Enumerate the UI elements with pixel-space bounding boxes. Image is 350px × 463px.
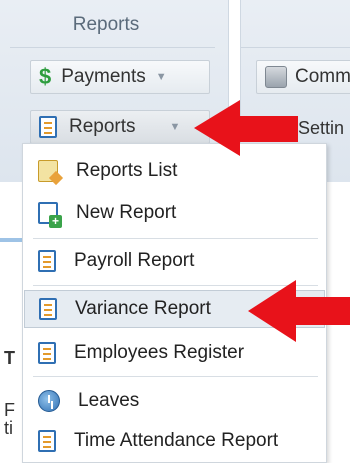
leaves-icon	[38, 390, 60, 412]
comm-label: Comm	[295, 66, 350, 87]
menu-item-label: Employees Register	[74, 342, 245, 363]
comm-button[interactable]: Comm	[256, 60, 350, 94]
reports-button[interactable]: Reports ▼	[30, 110, 210, 144]
menu-divider	[33, 238, 318, 239]
payments-label: Payments	[61, 66, 146, 87]
menu-item-label: Reports List	[76, 160, 178, 181]
report-doc-icon	[39, 298, 57, 320]
chevron-down-icon: ▼	[169, 121, 181, 133]
menu-item-label: Leaves	[78, 390, 140, 411]
menu-item-label: Variance Report	[75, 298, 211, 319]
menu-item-label: Time Attendance Report	[74, 430, 279, 451]
background-tab-line	[0, 238, 24, 242]
menu-item-label: New Report	[76, 202, 177, 223]
settings-button[interactable]: Settin	[298, 118, 344, 139]
menu-divider	[33, 376, 318, 377]
dollar-icon: $	[39, 64, 52, 89]
payments-button[interactable]: $ Payments ▼	[30, 60, 210, 94]
ribbon-group-title: Reports	[72, 14, 140, 35]
background-text: T	[4, 348, 15, 368]
reports-label: Reports	[69, 116, 136, 137]
red-arrow-pointing-reports	[194, 100, 298, 156]
report-doc-icon	[38, 250, 56, 272]
chevron-down-icon: ▼	[155, 71, 167, 83]
comm-icon	[265, 66, 287, 88]
menu-item-leaves[interactable]: Leaves	[24, 382, 325, 420]
background-text: ti	[4, 418, 13, 438]
ribbon-separator-right	[241, 47, 350, 48]
report-doc-icon	[39, 116, 57, 138]
menu-item-payroll-report[interactable]: Payroll Report	[24, 242, 325, 280]
red-arrow-pointing-variance-report	[248, 280, 350, 342]
report-doc-icon	[38, 430, 56, 452]
menu-item-label: Payroll Report	[74, 250, 195, 271]
report-doc-icon	[38, 342, 56, 364]
menu-item-time-attendance-report[interactable]: Time Attendance Report	[24, 422, 325, 460]
new-report-icon	[38, 202, 62, 228]
ribbon-separator	[10, 47, 215, 48]
reports-list-icon	[38, 160, 58, 182]
menu-item-new-report[interactable]: New Report	[24, 194, 325, 232]
